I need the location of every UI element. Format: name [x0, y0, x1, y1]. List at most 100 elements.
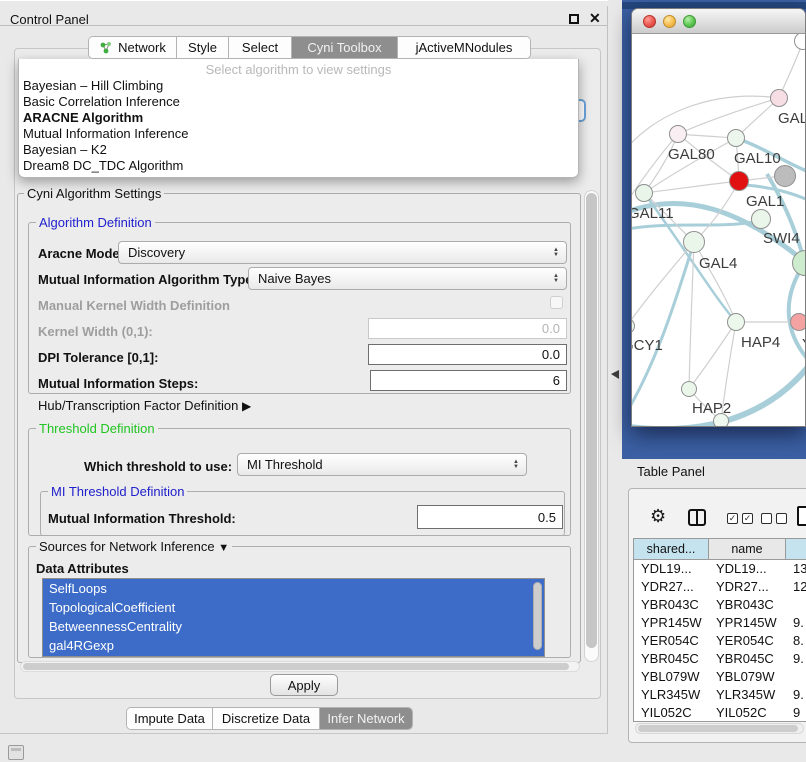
- mi-threshold-label: Mutual Information Threshold:: [48, 511, 236, 526]
- checked-checkbox-icon: ✓: [727, 513, 738, 524]
- table-row[interactable]: YBL079WYBL079W: [634, 668, 806, 686]
- select-all-checkboxes-icon[interactable]: ✓ ✓: [727, 513, 753, 524]
- algorithm-option[interactable]: Dream8 DC_TDC Algorithm: [19, 158, 578, 174]
- float-window-icon[interactable]: [569, 14, 579, 24]
- network-window-titlebar[interactable]: [632, 9, 805, 34]
- node-attribute-table[interactable]: shared... name YDL19...YDL19...13YDR27..…: [633, 538, 806, 722]
- network-node-hap2[interactable]: [681, 381, 697, 397]
- network-node-gal1[interactable]: [729, 171, 749, 191]
- scrollbar-thumb[interactable]: [638, 725, 798, 732]
- dpi-tolerance-field[interactable]: 0.0: [368, 344, 567, 365]
- algorithm-option[interactable]: Basic Correlation Inference: [19, 94, 578, 110]
- column-header-name[interactable]: name: [709, 539, 786, 559]
- column-header-partial[interactable]: [786, 539, 806, 559]
- table-row[interactable]: YBR043CYBR043C: [634, 596, 806, 614]
- tab-jactivemnodules[interactable]: jActiveMNodules: [398, 37, 530, 58]
- minimize-traffic-light-icon[interactable]: [663, 15, 676, 28]
- tab-cyni-toolbox-label: Cyni Toolbox: [307, 40, 381, 55]
- column-header-shared-name[interactable]: shared...: [634, 539, 709, 559]
- mi-type-select[interactable]: Naive Bayes ▲▼: [248, 267, 567, 290]
- panel-divider: [607, 6, 608, 734]
- network-node-label: SWI4: [763, 230, 800, 247]
- table-cell: 13: [786, 560, 806, 578]
- data-attributes-list[interactable]: SelfLoopsTopologicalCoefficientBetweenne…: [42, 578, 545, 657]
- network-node-hap4[interactable]: [727, 313, 745, 331]
- apply-button[interactable]: Apply: [270, 674, 338, 696]
- network-node-gal10[interactable]: [727, 129, 745, 147]
- columns-icon[interactable]: [688, 509, 706, 526]
- algorithm-select-dropdown[interactable]: Select algorithm to view settings Bayesi…: [18, 59, 579, 178]
- data-attribute-item[interactable]: TopologicalCoefficient: [43, 598, 544, 617]
- mi-threshold-field[interactable]: 0.5: [417, 505, 563, 529]
- tab-infer-network[interactable]: Infer Network: [320, 708, 412, 729]
- sources-title-row[interactable]: Sources for Network Inference ▼: [36, 539, 232, 554]
- network-canvas[interactable]: GALGAL80GAL10GAL1GAL11SWI4GAL4GCY1HAP4YH…: [632, 34, 806, 427]
- tab-discretize-data[interactable]: Discretize Data: [213, 708, 320, 729]
- network-node-swi4[interactable]: [751, 209, 771, 229]
- table-row[interactable]: YIL052CYIL052C9: [634, 704, 806, 722]
- table-cell: YBR043C: [709, 596, 786, 614]
- spinner-arrows-icon: ▲▼: [553, 248, 559, 257]
- data-attribute-item[interactable]: gal4RGexp: [43, 636, 544, 655]
- data-attribute-item[interactable]: SelfLoops: [43, 579, 544, 598]
- tab-impute-data[interactable]: Impute Data: [127, 708, 213, 729]
- algorithm-option[interactable]: Bayesian – K2: [19, 142, 578, 158]
- data-attribute-item[interactable]: BetweennessCentrality: [43, 617, 544, 636]
- tab-select[interactable]: Select: [229, 37, 292, 58]
- network-node-y[interactable]: [790, 313, 806, 331]
- table-horizontal-scrollbar[interactable]: [635, 723, 804, 734]
- table-row[interactable]: YER054CYER054C8.: [634, 632, 806, 650]
- control-panel-bottom-border: [0, 733, 608, 734]
- gear-icon[interactable]: ⚙: [650, 506, 666, 527]
- tab-network[interactable]: Network: [89, 37, 177, 58]
- scrollbar-thumb[interactable]: [586, 193, 597, 648]
- network-node-gal80[interactable]: [669, 125, 687, 143]
- table-row[interactable]: YBR045CYBR045C9.: [634, 650, 806, 668]
- table-row[interactable]: YLR345WYLR345W9.: [634, 686, 806, 704]
- table-row[interactable]: YPR145WYPR145W9.: [634, 614, 806, 632]
- table-cell: 9.: [786, 650, 806, 668]
- network-node-label: GAL: [778, 110, 806, 127]
- zoom-traffic-light-icon[interactable]: [683, 15, 696, 28]
- checked-checkbox-icon: ✓: [742, 513, 753, 524]
- tab-style[interactable]: Style: [177, 37, 229, 58]
- network-view-window[interactable]: GALGAL80GAL10GAL1GAL11SWI4GAL4GCY1HAP4YH…: [631, 8, 806, 427]
- close-icon[interactable]: ✕: [589, 10, 601, 27]
- scrollbar-thumb[interactable]: [23, 663, 569, 670]
- hub-definition-toggle[interactable]: Hub/Transcription Factor Definition ▶: [38, 398, 251, 413]
- dpi-tolerance-label: DPI Tolerance [0,1]:: [38, 350, 158, 365]
- deselect-all-checkboxes-icon[interactable]: [761, 513, 787, 524]
- settings-horizontal-scrollbar[interactable]: [20, 661, 580, 672]
- network-icon: [99, 41, 113, 55]
- kernel-width-label: Kernel Width (0,1):: [38, 324, 153, 339]
- spinner-arrows-icon: ▲▼: [513, 460, 519, 469]
- table-row[interactable]: YDR27...YDR27...12: [634, 578, 806, 596]
- table-row[interactable]: YDL19...YDL19...13: [634, 560, 806, 578]
- which-threshold-select[interactable]: MI Threshold ▲▼: [237, 453, 527, 476]
- table-cell: YIL052C: [634, 704, 709, 722]
- threshold-definition-title: Threshold Definition: [36, 421, 158, 436]
- table-cell: YDL19...: [709, 560, 786, 578]
- which-threshold-label: Which threshold to use:: [84, 459, 232, 474]
- which-threshold-value: MI Threshold: [238, 457, 323, 472]
- aracne-mode-label: Aracne Mode:: [38, 246, 124, 261]
- network-node-gal4[interactable]: [683, 231, 705, 253]
- table-body: YDL19...YDL19...13YDR27...YDR27...12YBR0…: [634, 560, 806, 722]
- network-node-gal[interactable]: [770, 89, 788, 107]
- mi-steps-field[interactable]: 6: [370, 370, 567, 391]
- network-node[interactable]: [774, 165, 796, 187]
- tab-cyni-toolbox[interactable]: Cyni Toolbox: [292, 37, 398, 58]
- network-node[interactable]: [713, 413, 729, 427]
- aracne-mode-select[interactable]: Discovery ▲▼: [118, 241, 567, 264]
- algorithm-option[interactable]: ARACNE Algorithm: [19, 110, 578, 126]
- algorithm-option[interactable]: Mutual Information Inference: [19, 126, 578, 142]
- document-icon[interactable]: [797, 506, 806, 526]
- network-node-gal11[interactable]: [635, 184, 653, 202]
- manual-kernel-checkbox[interactable]: [550, 296, 563, 309]
- settings-vertical-scrollbar[interactable]: [584, 190, 599, 662]
- collapsed-panel-icon[interactable]: [8, 745, 24, 760]
- list-scrollbar-thumb[interactable]: [533, 582, 542, 650]
- algorithm-option[interactable]: Bayesian – Hill Climbing: [19, 78, 578, 94]
- kernel-width-field[interactable]: 0.0: [368, 318, 567, 339]
- close-traffic-light-icon[interactable]: [643, 15, 656, 28]
